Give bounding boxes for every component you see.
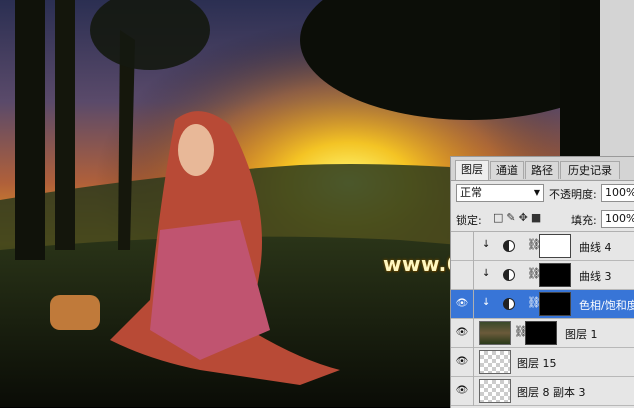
- curves-adjustment-icon: [503, 269, 515, 281]
- layer-mask-thumbnail[interactable]: [539, 234, 571, 258]
- hue-saturation-adjustment-icon: [503, 298, 515, 310]
- divider: [473, 261, 474, 290]
- panel-tabs: 图层 通道 路径 历史记录: [451, 157, 634, 181]
- tab-history[interactable]: 历史记录: [560, 161, 620, 179]
- dropdown-arrow-icon: ▼: [533, 188, 540, 197]
- divider: [473, 232, 474, 261]
- divider: [473, 377, 474, 406]
- curves-adjustment-icon: [503, 240, 515, 252]
- layer-thumbnail[interactable]: [479, 379, 511, 403]
- lock-transparent-icon[interactable]: □: [493, 211, 506, 224]
- lock-all-icon[interactable]: ■: [531, 211, 544, 224]
- layer-name: 图层 15: [517, 357, 557, 370]
- layer-row[interactable]: 👁 图层 15: [451, 348, 634, 377]
- layer-row[interactable]: 👁 图层 8 副本 3: [451, 377, 634, 406]
- blend-mode-value: 正常: [460, 186, 482, 199]
- layer-name: 曲线 3: [579, 270, 612, 283]
- layer-name: 图层 8 副本 3: [517, 386, 586, 399]
- clipping-arrow-icon: ↓: [482, 239, 491, 250]
- divider: [473, 348, 474, 377]
- eye-icon[interactable]: 👁: [455, 356, 469, 368]
- layer-mask-thumbnail[interactable]: [539, 263, 571, 287]
- divider: [473, 290, 474, 319]
- blend-mode-select[interactable]: 正常 ▼: [456, 184, 544, 202]
- fill-label: 填充:: [571, 214, 597, 227]
- layer-row[interactable]: ↓ ⛓ 曲线 4: [451, 232, 634, 261]
- lock-row: 锁定: □✎✥■ 填充: 100%: [451, 207, 634, 232]
- divider: [473, 319, 474, 348]
- eye-icon[interactable]: 👁: [455, 385, 469, 397]
- tab-channels[interactable]: 通道: [490, 161, 524, 179]
- lock-label: 锁定:: [456, 214, 482, 227]
- layer-row[interactable]: 👁 ⛓ 图层 1: [451, 319, 634, 348]
- clipping-arrow-icon: ↓: [482, 268, 491, 279]
- layer-thumbnail[interactable]: [479, 321, 511, 345]
- blend-row: 正常 ▼ 不透明度: 100%: [451, 181, 634, 205]
- layer-row-selected[interactable]: 👁 ↓ ⛓ 色相/饱和度: [451, 290, 634, 319]
- layer-mask-thumbnail[interactable]: [539, 292, 571, 316]
- layer-name: 色相/饱和度: [579, 299, 634, 312]
- layer-name: 图层 1: [565, 328, 598, 341]
- visibility-toggle[interactable]: [455, 240, 469, 252]
- tab-paths[interactable]: 路径: [525, 161, 559, 179]
- layer-mask-thumbnail[interactable]: [525, 321, 557, 345]
- lock-position-icon[interactable]: ✥: [519, 211, 531, 224]
- eye-icon[interactable]: 👁: [455, 298, 469, 310]
- opacity-label: 不透明度:: [549, 188, 597, 201]
- layer-name: 曲线 4: [579, 241, 612, 254]
- lock-pixels-icon[interactable]: ✎: [506, 211, 518, 224]
- layer-thumbnail[interactable]: [479, 350, 511, 374]
- layer-row[interactable]: ↓ ⛓ 曲线 3: [451, 261, 634, 290]
- lock-icons: □✎✥■: [493, 211, 544, 224]
- tab-layers[interactable]: 图层: [455, 160, 489, 180]
- eye-icon[interactable]: 👁: [455, 327, 469, 339]
- canvas-gray-area: [600, 0, 634, 156]
- layers-panel: 图层 通道 路径 历史记录 正常 ▼ 不透明度: 100% 锁定: □✎✥■ 填…: [450, 156, 634, 408]
- opacity-input[interactable]: 100%: [601, 184, 634, 202]
- visibility-toggle[interactable]: [455, 269, 469, 281]
- fill-input[interactable]: 100%: [601, 210, 634, 228]
- clipping-arrow-icon: ↓: [482, 297, 491, 308]
